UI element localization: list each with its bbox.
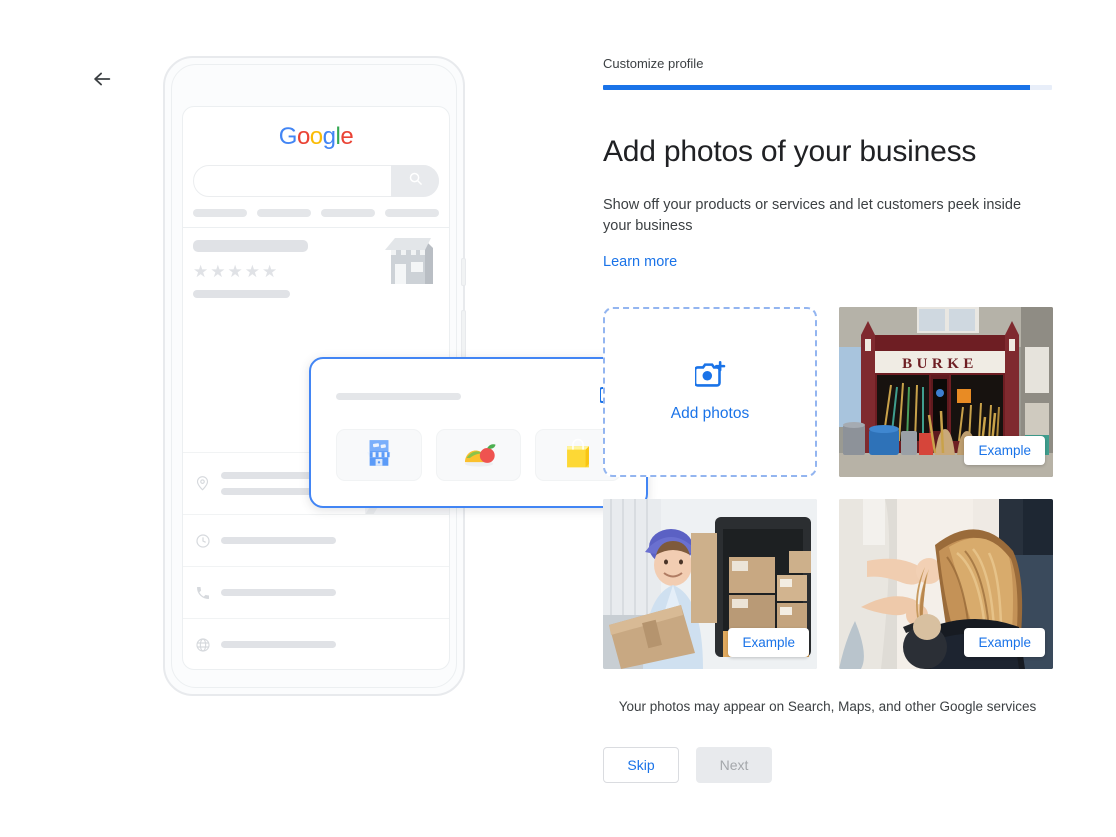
photo-grid: Add photos BURKE Example Example Example [603, 307, 1053, 669]
mock-chip [193, 209, 247, 217]
page-subtitle: Show off your products or services and l… [603, 197, 1022, 234]
example-badge: Example [728, 628, 809, 657]
storefront-sign-text: BURKE [902, 356, 978, 372]
example-photo-salon: Example [839, 499, 1053, 669]
shopping-bag-icon [563, 437, 593, 474]
google-logo: Google [183, 123, 449, 151]
add-a-photo-icon [693, 361, 726, 393]
mock-hours-placeholder [221, 537, 437, 544]
mock-chip [321, 209, 375, 217]
mock-business-summary: ★★★★★ [183, 228, 449, 298]
progress-bar-fill [603, 85, 1030, 90]
google-logo-letter-g1: G [278, 123, 298, 150]
mock-business-meta-placeholder [193, 290, 290, 298]
phone-side-button-volume-up [461, 310, 466, 358]
mock-row-website [183, 618, 449, 669]
progress-bar [603, 85, 1052, 90]
storefront-icon [362, 436, 396, 475]
card-title-placeholder [336, 393, 461, 400]
card-category-tiles [336, 429, 622, 481]
google-logo-letter-e: e [340, 123, 354, 150]
google-logo-letter-g2: g [322, 123, 336, 150]
next-button[interactable]: Next [696, 747, 772, 783]
page-title: Add photos of your business [603, 135, 977, 168]
tile-food[interactable] [435, 429, 522, 481]
tile-storefront[interactable] [336, 429, 422, 481]
food-icon [460, 437, 498, 474]
photos-disclaimer: Your photos may appear on Search, Maps, … [618, 699, 1037, 714]
phone-illustration: Google ★★★★★ [163, 56, 648, 696]
phone-icon [195, 585, 221, 601]
mock-chip [257, 209, 311, 217]
add-photos-label: Add photos [670, 405, 750, 422]
mock-website-placeholder [221, 641, 437, 648]
example-photo-delivery: Example [603, 499, 817, 669]
search-icon [408, 171, 423, 191]
mock-search-bar [193, 165, 439, 197]
google-logo-letter-o2: o [309, 123, 323, 150]
add-photos-dropzone[interactable]: Add photos [603, 307, 817, 477]
highlighted-photo-card [309, 357, 648, 508]
learn-more-link[interactable]: Learn more [603, 254, 677, 270]
example-badge: Example [964, 436, 1045, 465]
storefront-illustration [381, 232, 439, 286]
mock-search-button [391, 165, 439, 197]
globe-icon [195, 637, 221, 653]
wizard-step-label: Customize profile [603, 56, 704, 71]
example-badge: Example [964, 628, 1045, 657]
back-button[interactable] [84, 62, 120, 98]
example-photo-storefront: BURKE Example [839, 307, 1053, 477]
action-buttons: Skip Next [603, 747, 1053, 783]
mock-chip [385, 209, 439, 217]
mock-business-name-placeholder [193, 240, 308, 252]
mock-phone-placeholder [221, 589, 437, 596]
arrow-left-icon [91, 68, 113, 93]
location-pin-icon [195, 476, 221, 491]
mock-row-phone [183, 566, 449, 618]
phone-side-button-mute [461, 258, 466, 286]
clock-icon [195, 533, 221, 549]
google-logo-letter-o1: o [296, 123, 310, 150]
mock-row-hours [183, 514, 449, 566]
mock-filter-chips [193, 209, 439, 217]
skip-button[interactable]: Skip [603, 747, 679, 783]
customize-profile-panel: Customize profile Add photos of your bus… [603, 0, 1053, 783]
